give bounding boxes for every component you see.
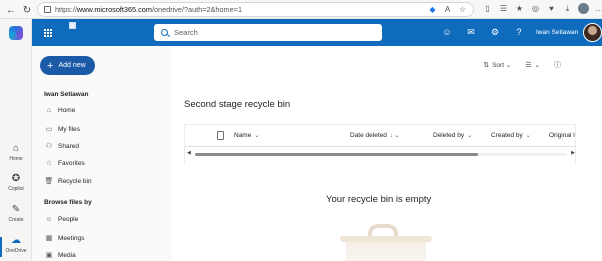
favorite-star-icon[interactable]: ☆ <box>458 5 467 14</box>
list-view-icon: ☰ <box>525 62 532 69</box>
refresh-icon[interactable]: ↻ <box>20 3 34 17</box>
microsoft365-logo-icon[interactable] <box>9 26 23 40</box>
sort-icon: ⇅ <box>483 62 490 69</box>
read-aloud-icon[interactable]: A <box>443 5 452 14</box>
app-rail: ⌂ Home ✪ Copilot ✎ Create ☁ OneDrive <box>0 19 32 261</box>
nav-item-home[interactable]: ⌂ Home <box>44 107 75 114</box>
info-icon: ⓘ <box>554 62 561 69</box>
column-header-name[interactable]: Name ⌄ <box>234 132 259 139</box>
people-icon: ⚇ <box>45 143 53 150</box>
address-url: https://www.microsoft365.com/onedrive/?a… <box>55 5 243 14</box>
nav-item-favorites[interactable]: ☆ Favorites <box>44 159 85 168</box>
browse-section-heading: Browse files by <box>44 199 92 206</box>
broken-logo-image <box>69 22 76 29</box>
file-type-icon <box>217 131 224 140</box>
home-icon: ⌂ <box>12 143 20 154</box>
tag-icon[interactable]: ◆ <box>428 5 437 14</box>
create-icon: ✎ <box>11 204 21 215</box>
empty-state-message: Your recycle bin is empty <box>326 194 432 205</box>
nav-user-name: Iwan Setiawan <box>44 91 89 98</box>
feedback-icon[interactable]: ✉ <box>466 27 476 37</box>
home-icon: ⌂ <box>46 107 52 114</box>
empty-bin-illustration <box>340 224 432 261</box>
table-header: Name ⌄ Date deleted ↓ ⌄ Deleted by ⌄ Create… <box>185 125 575 147</box>
star-icon: ☆ <box>45 160 53 167</box>
folder-icon: ▭ <box>45 126 53 133</box>
lock-icon <box>44 6 51 13</box>
nav-item-my-files[interactable]: ▭ My files <box>44 125 80 134</box>
scroll-left-icon[interactable]: ◀ <box>187 150 191 156</box>
main-content: ⇅ Sort ⌄ ☰ ⌄ ⓘ Second stage recycle bin Na… <box>172 46 602 261</box>
calendar-icon: ▦ <box>45 235 53 242</box>
copilot-icon: ✪ <box>11 173 21 184</box>
settings-gear-icon[interactable]: ⚙ <box>490 27 500 37</box>
favorites-icon[interactable]: ★ <box>514 3 525 14</box>
person-icon: ☺ <box>45 216 53 223</box>
column-header-original-location[interactable]: Original l <box>549 132 575 139</box>
address-bar[interactable]: https://www.microsoft365.com/onedrive/?a… <box>37 2 474 17</box>
user-name[interactable]: Iwan Setiawan <box>536 29 578 36</box>
nav-item-recycle-bin[interactable]: 🗑 Recycle bin <box>44 177 92 186</box>
nav-item-media[interactable]: ▣ Media <box>44 251 76 260</box>
split-screen-icon[interactable]: ▯ <box>482 3 493 14</box>
search-icon <box>161 29 168 36</box>
onedrive-icon: ☁ <box>11 235 21 246</box>
search-input[interactable]: Search <box>154 24 382 41</box>
sort-button[interactable]: ⇅ Sort ⌄ <box>483 61 511 69</box>
nav-item-meetings[interactable]: ▦ Meetings <box>44 234 85 243</box>
help-icon[interactable]: ? <box>514 27 524 37</box>
column-header-deleted-by[interactable]: Deleted by ⌄ <box>433 132 472 139</box>
scroll-track[interactable] <box>195 153 567 156</box>
view-options-button[interactable]: ☰ ⌄ <box>525 61 540 69</box>
trash-icon: 🗑 <box>44 178 54 185</box>
nav-item-shared[interactable]: ⚇ Shared <box>44 142 79 151</box>
downloads-icon[interactable]: ⤓ <box>562 3 573 14</box>
user-avatar[interactable] <box>583 23 602 42</box>
add-new-button[interactable]: + Add new <box>40 56 95 75</box>
collections-icon[interactable]: ☰ <box>498 3 509 14</box>
rail-item-home[interactable]: ⌂ Home <box>0 143 32 162</box>
copilot-header-icon[interactable]: ☺ <box>442 27 452 37</box>
scroll-right-icon[interactable]: ▶ <box>571 150 575 156</box>
browser-toolbar: ← ↻ https://www.microsoft365.com/onedriv… <box>0 0 602 19</box>
left-navigation: + Add new Iwan Setiawan ⌂ Home ▭ My file… <box>32 46 172 261</box>
column-header-date-deleted[interactable]: Date deleted ↓ ⌄ <box>350 132 400 139</box>
page-title: Second stage recycle bin <box>184 99 291 110</box>
back-icon[interactable]: ← <box>4 3 18 17</box>
rail-item-onedrive[interactable]: ☁ OneDrive <box>0 235 32 257</box>
suite-header: Search ☺ ✉ ⚙ ? Iwan Setiawan <box>32 19 602 46</box>
recycle-bin-table: Name ⌄ Date deleted ↓ ⌄ Deleted by ⌄ Create… <box>184 124 576 164</box>
column-header-created-by[interactable]: Created by ⌄ <box>491 132 531 139</box>
details-pane-button[interactable]: ⓘ <box>554 60 564 70</box>
rail-item-copilot[interactable]: ✪ Copilot <box>0 173 32 192</box>
nav-item-people[interactable]: ☺ People <box>44 216 78 223</box>
plus-icon: + <box>47 59 54 72</box>
rail-item-create[interactable]: ✎ Create <box>0 204 32 223</box>
app-launcher-icon[interactable] <box>44 29 52 37</box>
scroll-thumb[interactable] <box>195 153 478 156</box>
horizontal-scrollbar[interactable]: ◀ ▶ <box>185 149 575 158</box>
more-menu-icon[interactable]: … <box>594 3 602 14</box>
command-bar: ⇅ Sort ⌄ ☰ ⌄ ⓘ <box>483 60 564 70</box>
extensions-icon[interactable]: ♥ <box>546 3 557 14</box>
profile-avatar[interactable] <box>578 3 589 14</box>
browser-essentials-icon[interactable]: ◎ <box>530 3 541 14</box>
image-icon: ▣ <box>45 252 53 259</box>
